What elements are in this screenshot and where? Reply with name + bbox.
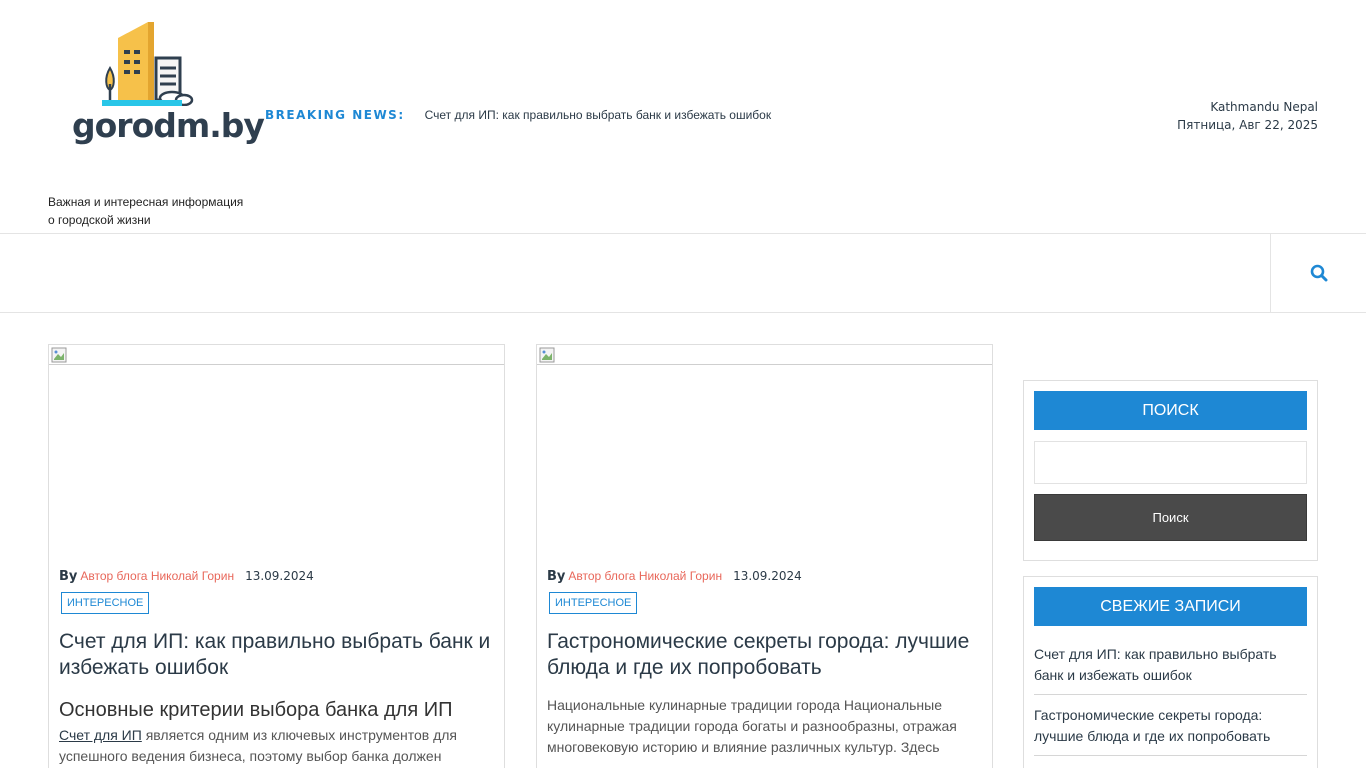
post-image[interactable]	[49, 345, 504, 365]
post-meta: By Автор блога Николай Горин 13.09.2024	[59, 569, 494, 584]
search-widget: ПОИСК Поиск	[1023, 380, 1318, 561]
logo-text: gorodm.by	[72, 106, 265, 145]
recent-posts-list: Счет для ИП: как правильно выбрать банк …	[1034, 644, 1307, 756]
city-buildings-icon	[102, 22, 194, 107]
post-excerpt: Счет для ИП является одним из ключевых и…	[59, 725, 494, 767]
post-image[interactable]	[537, 345, 992, 365]
post-card: By Автор блога Николай Горин 13.09.2024 …	[48, 344, 505, 768]
search-icon	[1310, 264, 1327, 282]
post-author-link[interactable]: Автор блога Николай Горин	[568, 569, 722, 583]
post-title-link[interactable]: Гастрономические секреты города: лучшие …	[547, 629, 982, 681]
post-date: 13.09.2024	[733, 569, 802, 583]
post-excerpt: Национальные кулинарные традиции города …	[547, 697, 957, 755]
main-nav	[0, 233, 1366, 313]
breaking-news: BREAKING NEWS: Счет для ИП: как правильн…	[265, 108, 771, 122]
recent-post-link[interactable]: Гастрономические секреты города: лучшие …	[1034, 707, 1270, 744]
post-title-link[interactable]: Счет для ИП: как правильно выбрать банк …	[59, 629, 494, 681]
nav-search-button[interactable]	[1270, 234, 1366, 312]
recent-posts-widget: СВЕЖИЕ ЗАПИСИ Счет для ИП: как правильно…	[1023, 576, 1318, 768]
by-label: By	[59, 569, 78, 584]
post-subheading: Основные критерии выбора банка для ИП	[59, 699, 453, 721]
category-badge[interactable]: ИНТЕРЕСНОЕ	[549, 592, 638, 614]
post-meta: By Автор блога Николай Горин 13.09.2024	[547, 569, 982, 584]
search-submit-button[interactable]: Поиск	[1034, 494, 1307, 541]
header-info: Kathmandu Nepal Пятница, Авг 22, 2025	[1177, 98, 1318, 134]
search-widget-heading: ПОИСК	[1034, 391, 1307, 430]
excerpt-link[interactable]: Счет для ИП	[59, 727, 142, 743]
site-logo[interactable]: gorodm.by	[72, 20, 265, 150]
recent-posts-heading: СВЕЖИЕ ЗАПИСИ	[1034, 587, 1307, 626]
current-date: Пятница, Авг 22, 2025	[1177, 118, 1318, 132]
list-item: Гастрономические секреты города: лучшие …	[1034, 705, 1307, 756]
by-label: By	[547, 569, 566, 584]
breaking-news-headline[interactable]: Счет для ИП: как правильно выбрать банк …	[425, 108, 771, 122]
location-text: Kathmandu Nepal	[1210, 100, 1318, 114]
post-date: 13.09.2024	[245, 569, 314, 583]
category-badge[interactable]: ИНТЕРЕСНОЕ	[61, 592, 150, 614]
post-author-link[interactable]: Автор блога Николай Горин	[80, 569, 234, 583]
post-card: By Автор блога Николай Горин 13.09.2024 …	[536, 344, 993, 768]
broken-image-icon	[539, 347, 555, 363]
site-tagline: Важная и интересная информация о городск…	[48, 195, 244, 227]
breaking-news-label: BREAKING NEWS:	[265, 108, 405, 122]
search-input[interactable]	[1034, 441, 1307, 484]
recent-post-link[interactable]: Счет для ИП: как правильно выбрать банк …	[1034, 646, 1277, 683]
list-item: Счет для ИП: как правильно выбрать банк …	[1034, 644, 1307, 695]
broken-image-icon	[51, 347, 67, 363]
